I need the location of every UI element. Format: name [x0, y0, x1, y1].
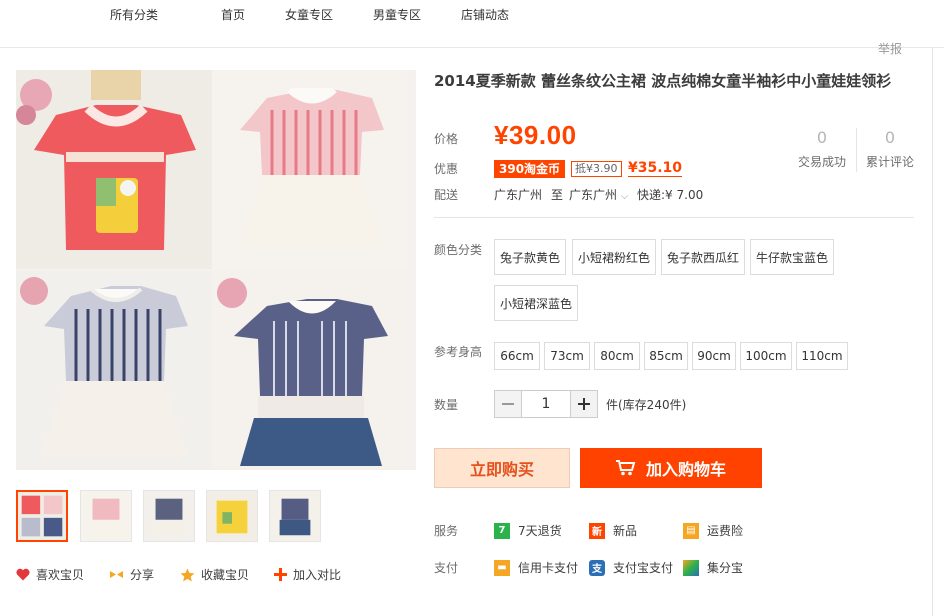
service-item-label: 7天退货 [518, 524, 562, 538]
main-product-image[interactable] [16, 70, 416, 470]
report-link[interactable]: 举报 [878, 40, 902, 57]
size-option[interactable]: 100cm [740, 342, 792, 370]
size-option[interactable]: 85cm [644, 342, 688, 370]
share-icon [110, 571, 123, 578]
new-badge-icon: 新 [589, 522, 605, 539]
review-count-number: 0 [884, 128, 896, 147]
photo-red-shirt [16, 70, 212, 269]
review-count-label: 累计评论 [866, 155, 915, 169]
photo-denim-dress [212, 271, 408, 470]
size-label: 参考身高 [434, 345, 483, 359]
quantity-increment-button[interactable] [570, 390, 598, 418]
sales-count: 0 交易成功 [798, 128, 846, 170]
pay-item-label: 支付宝支付 [613, 561, 674, 575]
nav-shop-news[interactable]: 店铺动态 [461, 6, 509, 23]
add-to-cart-button[interactable]: 加入购物车 [580, 448, 762, 488]
quantity-decrement-button[interactable] [494, 390, 522, 418]
ship-from: 广东广州 [494, 188, 543, 202]
coin-promo-badge: 390淘金币 [494, 160, 566, 178]
shop-nav-bar: 所有分类 首页 女童专区 男童专区 店铺动态 [0, 0, 944, 48]
heart-icon [16, 568, 30, 581]
size-option[interactable]: 73cm [544, 342, 590, 370]
promo-label: 优惠 [434, 162, 459, 176]
color-option[interactable]: 牛仔款宝蓝色 [750, 239, 834, 275]
thumbnail-3[interactable] [143, 490, 195, 542]
nav-boys-zone[interactable]: 男童专区 [373, 6, 421, 23]
plus-icon [578, 398, 590, 410]
promo-price: ¥35.10 [628, 160, 683, 177]
insurance-icon: ▤ [683, 522, 699, 539]
coin-discount-note: 抵¥3.90 [571, 161, 622, 177]
pay-item-label: 集分宝 [707, 561, 744, 575]
product-title: 2014夏季新款 蕾丝条纹公主裙 波点纯棉女童半袖衫中小童娃娃领衫 [434, 72, 892, 90]
photo-pink-dress [212, 70, 408, 269]
payment-label: 支付 [434, 561, 459, 575]
color-option[interactable]: 兔子款黄色 [494, 239, 566, 275]
size-option[interactable]: 90cm [692, 342, 736, 370]
service-7day-return[interactable]: 7 7天退货 [494, 522, 562, 539]
quantity-label: 数量 [434, 398, 459, 412]
size-option[interactable]: 66cm [494, 342, 540, 370]
stats-divider [856, 128, 857, 172]
service-new-item[interactable]: 新 新品 [589, 522, 637, 539]
price-label: 价格 [434, 132, 459, 146]
nav-girls-zone[interactable]: 女童专区 [285, 6, 333, 23]
alipay-icon: 支 [589, 559, 605, 576]
thumbnail-1[interactable] [16, 490, 68, 542]
pay-item-label: 信用卡支付 [518, 561, 579, 575]
ship-to-select[interactable]: 广东广州 ⌵ [569, 186, 628, 203]
size-option[interactable]: 110cm [796, 342, 848, 370]
nav-all-categories[interactable]: 所有分类 [110, 6, 158, 23]
product-price: ¥39.00 [494, 120, 577, 150]
add-to-cart-label: 加入购物车 [645, 460, 726, 479]
plus-icon [274, 568, 287, 581]
quantity-input[interactable]: 1 [521, 390, 571, 418]
service-item-label: 新品 [613, 524, 638, 538]
page-divider [932, 48, 933, 616]
service-item-label: 运费险 [707, 524, 744, 538]
add-compare-button[interactable]: 加入对比 [274, 566, 341, 583]
stock-info: 件(库存240件) [606, 398, 687, 412]
buy-now-button[interactable]: 立即购买 [434, 448, 570, 488]
color-option[interactable]: 小短裙粉红色 [572, 239, 656, 275]
pay-alipay[interactable]: 支 支付宝支付 [589, 559, 673, 576]
sales-count-label: 交易成功 [798, 155, 847, 169]
color-option[interactable]: 小短裙深蓝色 [494, 285, 578, 321]
thumbnail-5[interactable] [269, 490, 321, 542]
ship-to-word: 至 [551, 188, 564, 202]
credit-card-icon: ▬ [494, 559, 510, 576]
chevron-down-icon: ⌵ [620, 191, 629, 202]
pay-jifenbao[interactable]: 集分宝 [683, 559, 743, 576]
favorite-item-button[interactable]: 收藏宝贝 [180, 566, 249, 583]
nav-home[interactable]: 首页 [221, 6, 245, 23]
thumbnail-2[interactable] [80, 490, 132, 542]
service-label: 服务 [434, 524, 459, 538]
pay-credit-card[interactable]: ▬ 信用卡支付 [494, 559, 578, 576]
seven-day-icon: 7 [494, 522, 510, 539]
sales-count-number: 0 [816, 128, 828, 147]
share-button[interactable]: 分享 [109, 566, 154, 583]
size-option[interactable]: 80cm [594, 342, 640, 370]
ship-to-value: 广东广州 [569, 188, 618, 202]
like-item-label: 喜欢宝贝 [36, 568, 85, 582]
shipping-label: 配送 [434, 188, 459, 202]
review-count[interactable]: 0 累计评论 [866, 128, 914, 170]
cart-icon [615, 460, 636, 476]
buy-now-label: 立即购买 [469, 460, 534, 479]
favorite-item-label: 收藏宝贝 [201, 568, 250, 582]
minus-icon [502, 403, 514, 405]
shipping-fee: 快递:¥ 7.00 [637, 188, 704, 202]
service-shipping-insurance[interactable]: ▤ 运费险 [683, 522, 743, 539]
add-compare-label: 加入对比 [293, 568, 342, 582]
thumbnail-4[interactable] [206, 490, 258, 542]
color-option[interactable]: 兔子款西瓜红 [661, 239, 745, 275]
jifenbao-icon [683, 559, 699, 576]
star-icon [180, 568, 195, 581]
color-label: 颜色分类 [434, 243, 483, 257]
like-item-button[interactable]: 喜欢宝贝 [16, 566, 84, 583]
section-divider [434, 217, 914, 218]
photo-navy-striped-dress [16, 271, 212, 470]
share-label: 分享 [130, 568, 155, 582]
